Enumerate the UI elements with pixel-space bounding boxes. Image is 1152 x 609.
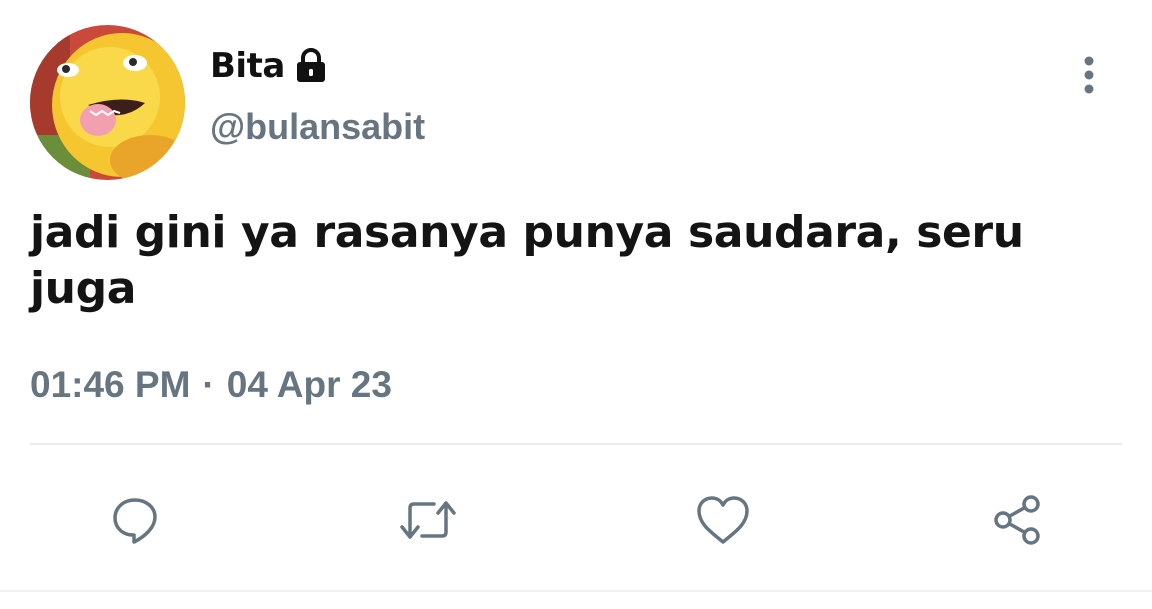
bottom-divider <box>0 590 1152 592</box>
divider <box>30 443 1122 445</box>
retweet-icon <box>400 501 456 539</box>
user-handle[interactable]: @bulansabit <box>210 106 425 148</box>
like-button[interactable] <box>683 480 763 560</box>
author-name-row[interactable]: Bita <box>210 44 331 88</box>
share-icon <box>994 495 1040 545</box>
action-bar <box>0 480 1152 560</box>
timestamp-separator: · <box>202 364 215 405</box>
share-button[interactable] <box>977 480 1057 560</box>
reply-button[interactable] <box>95 480 175 560</box>
tweet-text: jadi gini ya rasanya punya saudara, seru… <box>30 207 1024 314</box>
like-icon <box>697 496 749 544</box>
reply-icon <box>113 498 157 544</box>
more-vertical-icon[interactable] <box>1074 54 1104 98</box>
tweet-time: 01:46 PM <box>30 364 191 405</box>
display-name[interactable]: Bita <box>210 46 285 86</box>
tweet-date: 04 Apr 23 <box>226 364 392 405</box>
avatar[interactable] <box>30 25 185 180</box>
lock-icon <box>291 46 331 86</box>
tweet-timestamp: 01:46 PM · 04 Apr 23 <box>30 364 392 406</box>
retweet-button[interactable] <box>388 480 468 560</box>
avatar-image <box>30 25 185 180</box>
